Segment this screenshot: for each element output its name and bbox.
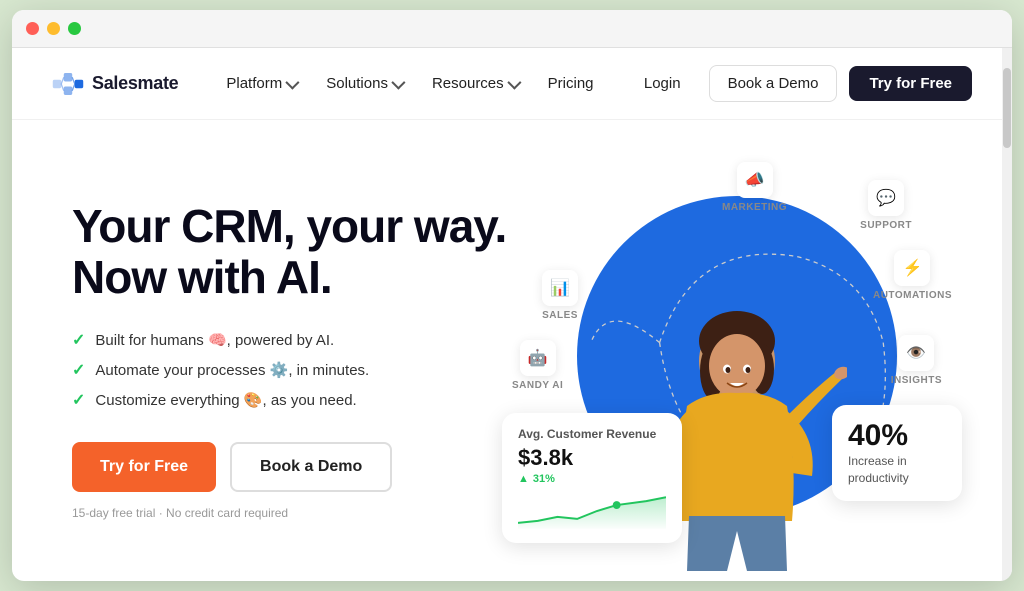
orbit-node-support: 💬 SUPPORT xyxy=(860,180,912,231)
nav-right: Login Book a Demo Try for Free xyxy=(628,65,972,102)
orbit-node-sales: 📊 SALES xyxy=(542,270,578,321)
browser-window: Salesmate Platform Solutions Resources P… xyxy=(12,10,1012,581)
marketing-icon: 📣 xyxy=(737,162,773,198)
hero-cta: Try for Free Book a Demo xyxy=(72,442,522,492)
revenue-card-value: $3.8k xyxy=(518,445,666,471)
nav-resources[interactable]: Resources xyxy=(420,67,530,100)
hero-section: Your CRM, your way. Now with AI. ✓ Built… xyxy=(12,120,1012,581)
sandy-ai-icon: 🤖 xyxy=(520,340,556,376)
navbar: Salesmate Platform Solutions Resources P… xyxy=(12,48,1012,120)
try-free-nav-button[interactable]: Try for Free xyxy=(849,66,972,101)
nav-platform[interactable]: Platform xyxy=(214,67,308,100)
hero-bullets: ✓ Built for humans 🧠, powered by AI. ✓ A… xyxy=(72,330,522,410)
bullet-2: ✓ Automate your processes ⚙️, in minutes… xyxy=(72,360,522,380)
revenue-card: Avg. Customer Revenue $3.8k ▲ 31% xyxy=(502,413,682,543)
automations-icon: ⚡ xyxy=(894,250,930,286)
revenue-badge: ▲ 31% xyxy=(518,473,666,485)
revenue-chart xyxy=(518,493,666,529)
chevron-down-icon xyxy=(286,75,300,89)
hero-note: 15-day free trial · No credit card requi… xyxy=(72,506,522,520)
orbit-node-sandy-ai: 🤖 SANDY AI xyxy=(512,340,563,391)
revenue-card-title: Avg. Customer Revenue xyxy=(518,427,666,441)
hero-right: 📣 MARKETING 💬 SUPPORT 📊 SALES 🤖 SANDY AI xyxy=(522,150,952,561)
orbit-node-marketing: 📣 MARKETING xyxy=(722,162,787,213)
logo-text: Salesmate xyxy=(92,73,178,94)
check-icon: ✓ xyxy=(72,330,85,350)
titlebar xyxy=(12,10,1012,48)
try-free-hero-button[interactable]: Try for Free xyxy=(72,442,216,492)
scrollbar[interactable] xyxy=(1002,48,1012,581)
orbit-node-automations: ⚡ AUTOMATIONS xyxy=(873,250,952,301)
hero-left: Your CRM, your way. Now with AI. ✓ Built… xyxy=(72,150,522,561)
productivity-percent: 40% xyxy=(848,419,946,453)
minimize-dot[interactable] xyxy=(47,22,60,35)
maximize-dot[interactable] xyxy=(68,22,81,35)
check-icon: ✓ xyxy=(72,360,85,380)
productivity-card: 40% Increase in productivity xyxy=(832,405,962,501)
revenue-chart-svg xyxy=(518,493,666,529)
close-dot[interactable] xyxy=(26,22,39,35)
hero-title: Your CRM, your way. Now with AI. xyxy=(72,201,522,302)
page-content: Salesmate Platform Solutions Resources P… xyxy=(12,48,1012,581)
book-demo-hero-button[interactable]: Book a Demo xyxy=(230,442,392,492)
nav-pricing[interactable]: Pricing xyxy=(536,67,606,100)
bullet-1: ✓ Built for humans 🧠, powered by AI. xyxy=(72,330,522,350)
chevron-down-icon xyxy=(507,75,521,89)
logo[interactable]: Salesmate xyxy=(52,73,178,95)
chevron-down-icon xyxy=(391,75,405,89)
support-icon: 💬 xyxy=(868,180,904,216)
login-button[interactable]: Login xyxy=(628,67,697,100)
check-icon: ✓ xyxy=(72,390,85,410)
scrollbar-thumb[interactable] xyxy=(1003,68,1011,148)
productivity-label: Increase in productivity xyxy=(848,453,946,487)
logo-icon xyxy=(52,73,84,95)
book-demo-button[interactable]: Book a Demo xyxy=(709,65,838,102)
arrow-up-icon: ▲ xyxy=(518,473,529,485)
orbit-node-insights: 👁️ INSIGHTS xyxy=(891,335,942,386)
insights-icon: 👁️ xyxy=(898,335,934,371)
bullet-3: ✓ Customize everything 🎨, as you need. xyxy=(72,390,522,410)
nav-solutions[interactable]: Solutions xyxy=(314,67,414,100)
nav-links: Platform Solutions Resources Pricing xyxy=(214,67,628,100)
sales-icon: 📊 xyxy=(542,270,578,306)
